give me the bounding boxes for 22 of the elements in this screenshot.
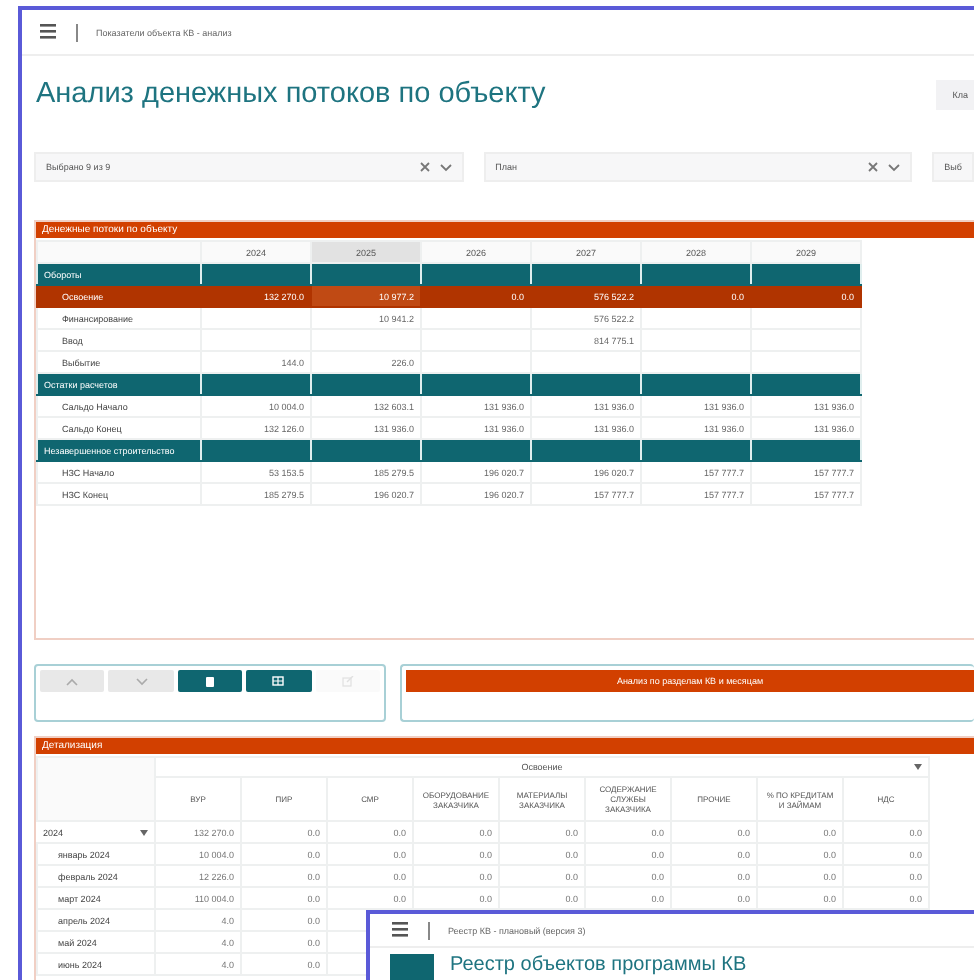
table-cell xyxy=(751,307,861,329)
chevron-down-icon xyxy=(135,677,148,685)
toolbar-button[interactable] xyxy=(177,670,243,692)
menu-icon xyxy=(40,24,56,40)
chevron-down-icon xyxy=(888,163,901,171)
dropdown-icon xyxy=(914,764,922,770)
table-cell xyxy=(641,307,751,329)
chevron-up-icon xyxy=(66,677,79,685)
clear-icon xyxy=(868,162,879,172)
table-cell xyxy=(201,307,311,329)
page-title: Анализ денежных потоков по объекту xyxy=(36,78,546,110)
app-tile xyxy=(390,954,434,980)
menu-icon xyxy=(392,922,408,938)
menu-button[interactable] xyxy=(38,22,58,42)
toolbar-button[interactable] xyxy=(246,670,312,692)
page-title: Реестр объектов программы КВ xyxy=(450,954,747,976)
table-icon xyxy=(272,675,285,687)
clear-icon xyxy=(419,162,430,172)
edit-icon xyxy=(341,675,354,687)
table-cell xyxy=(421,307,531,329)
chevron-down-icon xyxy=(439,163,452,171)
menu-button[interactable] xyxy=(390,920,410,940)
